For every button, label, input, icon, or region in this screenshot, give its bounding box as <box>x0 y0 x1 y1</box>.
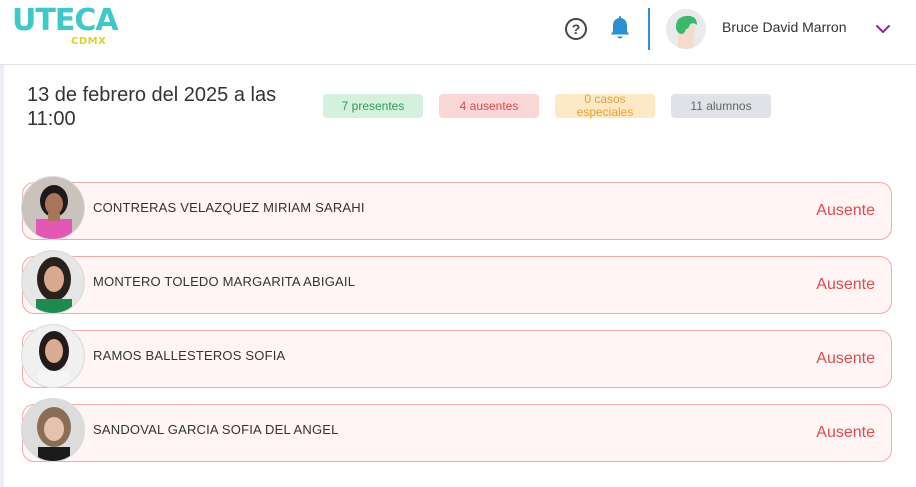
page-title: 13 de febrero del 2025 a las 11:00 <box>27 84 277 130</box>
student-photo <box>21 250 85 314</box>
attendance-status: Ausente <box>816 276 875 293</box>
user-avatar[interactable] <box>666 9 706 49</box>
students-count-badge: 11 alumnos <box>671 94 771 118</box>
attendance-status: Ausente <box>816 202 875 219</box>
student-row[interactable]: MONTERO TOLEDO MARGARITA ABIGAIL Ausente <box>21 250 892 314</box>
help-button[interactable]: ? <box>565 18 587 40</box>
student-name: CONTRERAS VELAZQUEZ MIRIAM SARAHI <box>93 200 365 215</box>
header-divider <box>648 8 650 50</box>
bell-icon <box>611 16 629 39</box>
user-avatar-icon <box>666 9 706 49</box>
question-icon: ? <box>571 21 581 37</box>
student-row[interactable]: SANDOVAL GARCIA SOFIA DEL ANGEL Ausente <box>21 398 892 462</box>
student-name: SANDOVAL GARCIA SOFIA DEL ANGEL <box>93 422 339 437</box>
uteca-logo[interactable]: UTECA CDMX <box>12 4 119 48</box>
top-header: UTECA CDMX ? Bruce David Marron <box>0 0 916 65</box>
attendance-status: Ausente <box>816 424 875 441</box>
student-row[interactable]: CONTRERAS VELAZQUEZ MIRIAM SARAHI Ausent… <box>21 176 892 240</box>
student-photo-image <box>22 251 84 313</box>
user-name[interactable]: Bruce David Marron <box>722 19 847 35</box>
student-name: RAMOS BALLESTEROS SOFIA <box>93 348 286 363</box>
student-name: MONTERO TOLEDO MARGARITA ABIGAIL <box>93 274 356 289</box>
student-photo <box>21 176 85 240</box>
user-menu-toggle[interactable] <box>874 20 892 38</box>
student-photo <box>21 398 85 462</box>
student-photo <box>21 324 85 388</box>
student-photo-image <box>22 399 84 461</box>
special-cases-badge: 0 casos especiales <box>555 93 655 119</box>
logo-subtext: CDMX <box>71 36 107 47</box>
logo-text: UTECA <box>12 3 119 38</box>
chevron-down-icon <box>876 25 890 33</box>
student-photo-image <box>22 325 84 387</box>
student-photo-image <box>22 177 84 239</box>
notifications-button[interactable] <box>609 16 631 42</box>
present-count-badge: 7 presentes <box>323 94 423 118</box>
student-row[interactable]: RAMOS BALLESTEROS SOFIA Ausente <box>21 324 892 388</box>
absent-count-badge: 4 ausentes <box>439 94 539 118</box>
left-edge-strip <box>0 65 4 487</box>
attendance-status: Ausente <box>816 350 875 367</box>
